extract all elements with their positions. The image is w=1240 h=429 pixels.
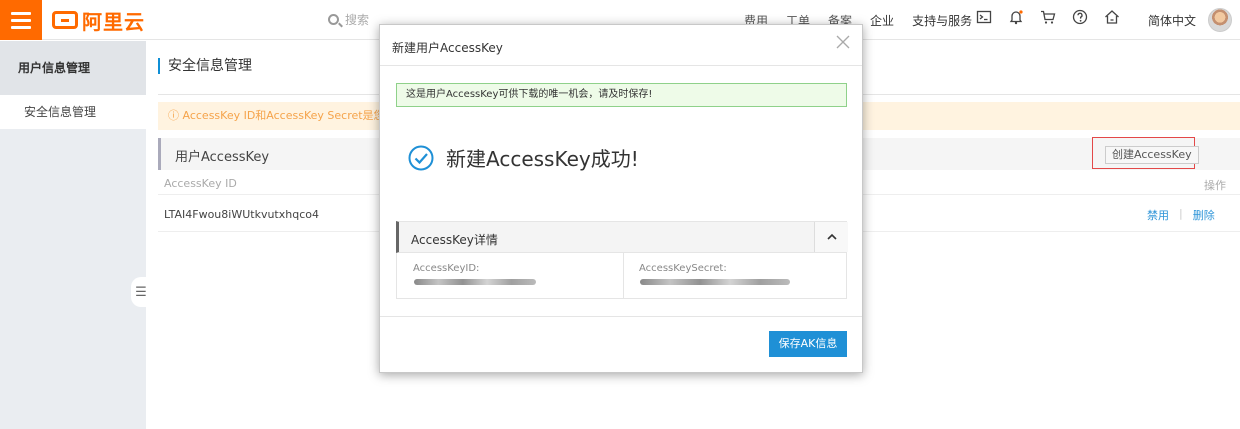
highlight-box: 创建AccessKey bbox=[1092, 137, 1199, 169]
accesskey-id-cell: LTAI4Fwou8iWUtkvutxhqco4 bbox=[164, 208, 319, 221]
cart-icon[interactable] bbox=[1040, 9, 1056, 25]
accesskey-secret-label: AccessKeySecret: bbox=[639, 263, 727, 274]
detail-title: AccessKey详情 bbox=[411, 233, 498, 247]
panel-title: 用户AccessKey bbox=[175, 150, 270, 165]
save-warning-tip: 这是用户AccessKey可供下载的唯一机会，请及时保存! bbox=[396, 83, 847, 107]
sidebar: 用户信息管理 安全信息管理 bbox=[0, 41, 146, 429]
row-actions: 禁用 | 删除 bbox=[1147, 207, 1215, 223]
search-icon bbox=[328, 14, 339, 25]
aliyun-logo[interactable]: 阿里云 bbox=[52, 7, 145, 34]
dialog-title: 新建用户AccessKey bbox=[392, 41, 503, 55]
collapse-button[interactable] bbox=[814, 222, 848, 252]
accesskey-detail-header: AccessKey详情 bbox=[396, 221, 848, 253]
menu-icon-line bbox=[11, 25, 31, 29]
accesskey-secret-value-blurred bbox=[640, 279, 790, 285]
nav-enterprise[interactable]: 企业 bbox=[870, 12, 894, 29]
top-icons bbox=[976, 9, 1120, 25]
language-switch[interactable]: 简体中文 bbox=[1148, 12, 1196, 29]
logo-icon bbox=[52, 11, 78, 29]
divider bbox=[623, 253, 624, 298]
success-text: 新建AccessKey成功! bbox=[446, 147, 639, 171]
create-accesskey-button[interactable]: 创建AccessKey bbox=[1105, 146, 1199, 164]
accesskey-detail-body: AccessKeyID: AccessKeySecret: bbox=[396, 253, 847, 299]
logo-text: 阿里云 bbox=[82, 9, 145, 34]
new-accesskey-dialog: 新建用户AccessKey 这是用户AccessKey可供下载的唯一机会，请及时… bbox=[379, 24, 863, 373]
sidebar-item-security[interactable]: 安全信息管理 bbox=[0, 95, 146, 129]
menu-icon-line bbox=[11, 18, 31, 22]
chevron-up-icon bbox=[826, 233, 837, 240]
close-icon[interactable] bbox=[836, 35, 852, 51]
bell-icon[interactable] bbox=[1008, 9, 1024, 25]
nav-support[interactable]: 支持与服务 bbox=[912, 12, 972, 29]
home-icon[interactable] bbox=[1104, 9, 1120, 25]
avatar[interactable] bbox=[1208, 8, 1232, 32]
column-header-op: 操作 bbox=[1204, 179, 1226, 192]
terminal-icon[interactable] bbox=[976, 9, 992, 25]
search-box[interactable]: 搜索 bbox=[328, 11, 369, 28]
sidebar-header: 用户信息管理 bbox=[0, 41, 146, 96]
accesskey-id-label: AccessKeyID: bbox=[413, 263, 480, 274]
success-message: 新建AccessKey成功! bbox=[408, 143, 639, 172]
accesskey-id-value-blurred bbox=[414, 279, 536, 285]
check-circle-icon bbox=[408, 145, 434, 170]
divider bbox=[380, 316, 862, 317]
help-icon[interactable] bbox=[1072, 9, 1088, 25]
search-placeholder: 搜索 bbox=[345, 13, 370, 27]
menu-button[interactable] bbox=[0, 0, 42, 40]
column-header-id: AccessKey ID bbox=[164, 177, 237, 190]
divider bbox=[380, 65, 862, 66]
disable-link[interactable]: 禁用 bbox=[1147, 207, 1169, 223]
page-title: 安全信息管理 bbox=[158, 58, 252, 74]
save-ak-button[interactable]: 保存AK信息 bbox=[769, 331, 847, 357]
separator: | bbox=[1179, 207, 1183, 220]
menu-icon-line bbox=[11, 11, 31, 15]
delete-link[interactable]: 删除 bbox=[1193, 207, 1215, 223]
